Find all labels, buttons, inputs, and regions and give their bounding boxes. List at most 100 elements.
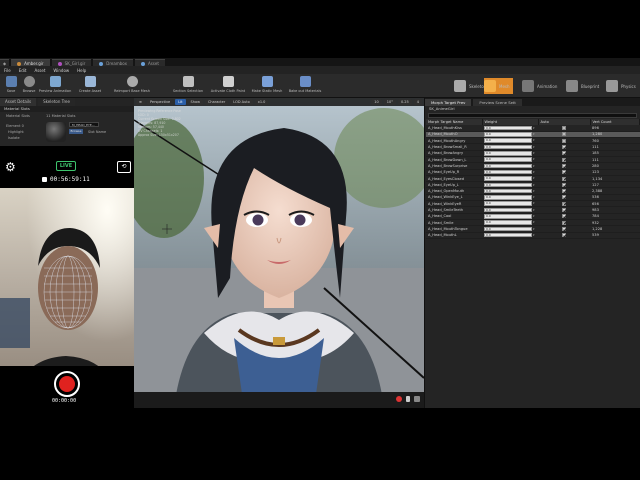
gear-icon[interactable]: ⚙ — [5, 161, 17, 173]
weight-input[interactable]: 0.0 — [484, 201, 532, 206]
perspective-button[interactable]: Perspective — [146, 99, 174, 105]
auto-checkbox[interactable] — [562, 220, 566, 225]
weight-spinner-icon[interactable]: ▾ — [533, 126, 537, 131]
mode-physics[interactable]: Physics — [606, 78, 636, 94]
auto-checkbox[interactable] — [562, 138, 566, 143]
auto-checkbox[interactable] — [562, 233, 566, 238]
weight-spinner-icon[interactable]: ▾ — [533, 132, 537, 137]
tab-asset-details[interactable]: Asset Details — [0, 98, 37, 106]
character-button[interactable]: Character — [204, 99, 229, 105]
loop-icon[interactable] — [414, 396, 420, 402]
make-static-mesh-button[interactable]: Make Static Mesh — [249, 76, 285, 96]
tab-preview-scene-settings[interactable]: Preview Scene Sett — [473, 99, 522, 106]
create-asset-button[interactable]: Create Asset — [76, 76, 104, 96]
mode-blueprint[interactable]: Blueprint — [566, 78, 599, 94]
weight-spinner-icon[interactable]: ▾ — [533, 214, 537, 219]
rotation-snap-button[interactable]: 10° — [383, 99, 396, 105]
table-row[interactable]: A_Head_MouthL 0.0 ▾ 539 — [426, 232, 640, 239]
menu-edit[interactable]: Edit — [19, 68, 27, 73]
auto-checkbox[interactable] — [562, 176, 566, 181]
menu-window[interactable]: Window — [53, 68, 69, 73]
auto-checkbox[interactable] — [562, 226, 566, 231]
weight-input[interactable]: 0.0 — [484, 207, 532, 213]
auto-checkbox[interactable] — [562, 201, 566, 206]
weight-spinner-icon[interactable]: ▾ — [533, 145, 537, 150]
search-input[interactable] — [428, 113, 637, 118]
auto-checkbox[interactable] — [562, 170, 566, 175]
camera-speed-button[interactable]: 4 — [413, 99, 422, 105]
material-browse-button[interactable]: Browse — [69, 129, 83, 134]
viewport-menu-icon[interactable]: ≡ — [136, 99, 145, 105]
mode-mesh[interactable]: Mesh — [484, 78, 513, 94]
viewport[interactable]: ≡ Perspective Lit Show Character LOD Aut… — [134, 98, 424, 408]
menu-asset[interactable]: Asset — [34, 68, 45, 73]
auto-checkbox[interactable] — [562, 208, 566, 212]
weight-spinner-icon[interactable]: ▾ — [533, 220, 537, 225]
weight-spinner-icon[interactable]: ▾ — [533, 208, 537, 213]
preview-animation-button[interactable]: Preview Animation — [38, 76, 72, 96]
weight-spinner-icon[interactable]: ▾ — [533, 201, 537, 206]
weight-spinner-icon[interactable]: ▾ — [533, 183, 537, 188]
menu-file[interactable]: File — [4, 68, 11, 73]
auto-checkbox[interactable] — [562, 132, 566, 137]
grid-snap-button[interactable]: 10 — [371, 99, 382, 105]
auto-checkbox[interactable] — [562, 145, 566, 150]
weight-input[interactable]: 0.0 — [484, 157, 532, 162]
weight-spinner-icon[interactable]: ▾ — [533, 164, 537, 169]
weight-spinner-icon[interactable]: ▾ — [533, 157, 537, 162]
auto-checkbox[interactable] — [562, 125, 566, 130]
save-button[interactable]: Save — [3, 76, 19, 96]
section-selection-button[interactable]: Section Selection — [170, 76, 206, 96]
scale-snap-button[interactable]: 0.25 — [397, 99, 412, 105]
weight-input[interactable]: 0.0 — [484, 232, 532, 238]
weight-input[interactable]: 0.0 — [484, 176, 532, 181]
weight-input[interactable]: 0.0 — [484, 195, 532, 200]
weight-input[interactable]: 0.0 — [484, 151, 532, 156]
weight-spinner-icon[interactable]: ▾ — [533, 233, 537, 238]
weight-spinner-icon[interactable]: ▾ — [533, 170, 537, 175]
weight-input[interactable]: 0.0 — [484, 220, 532, 225]
material-select[interactable]: M_HEAD_EYE... — [69, 122, 99, 127]
record-button[interactable] — [54, 371, 80, 397]
highlight-checkbox[interactable]: Highlight — [8, 130, 24, 134]
menu-help[interactable]: Help — [77, 68, 86, 73]
weight-input[interactable]: 0.0 — [484, 182, 532, 188]
tab-document[interactable]: SK_Girl.gir — [51, 59, 92, 66]
weight-input[interactable]: 0.0 — [484, 138, 532, 143]
auto-checkbox[interactable] — [562, 195, 566, 200]
tab-document[interactable]: Amber.gir — [11, 59, 50, 66]
auto-checkbox[interactable] — [562, 214, 566, 219]
weight-input[interactable]: 0.0 — [484, 163, 532, 169]
weight-spinner-icon[interactable]: ▾ — [533, 151, 537, 156]
weight-spinner-icon[interactable]: ▾ — [533, 138, 537, 143]
auto-checkbox[interactable] — [562, 151, 566, 156]
reimport-base-mesh-button[interactable]: Reimport Base Mesh — [112, 76, 152, 96]
lod-button[interactable]: LOD Auto — [230, 99, 253, 105]
auto-checkbox[interactable] — [562, 182, 566, 187]
browse-button[interactable]: Browse — [20, 76, 38, 96]
pause-icon[interactable] — [406, 396, 410, 402]
weight-spinner-icon[interactable]: ▾ — [533, 227, 537, 232]
weight-input[interactable]: 0.0 — [484, 226, 532, 232]
switch-camera-icon[interactable]: ⟲ — [117, 161, 131, 173]
weight-input[interactable]: 0.0 — [484, 169, 532, 175]
tab-document[interactable]: Asset — [134, 59, 165, 66]
tab-document[interactable]: Dreambox — [93, 59, 133, 66]
weight-spinner-icon[interactable]: ▾ — [533, 189, 537, 194]
weight-input[interactable]: 0.0 — [484, 188, 532, 194]
bake-out-materials-button[interactable]: Bake out Materials — [286, 76, 324, 96]
auto-checkbox[interactable] — [562, 189, 566, 194]
show-button[interactable]: Show — [187, 99, 203, 105]
auto-checkbox[interactable] — [562, 157, 566, 162]
weight-spinner-icon[interactable]: ▾ — [533, 176, 537, 181]
mode-skeleton[interactable]: Skeleton — [454, 78, 486, 94]
mode-animation[interactable]: Animation — [522, 78, 557, 94]
lit-button[interactable]: Lit — [175, 99, 186, 105]
record-anim-icon[interactable] — [396, 396, 402, 402]
ue-logo-icon[interactable]: ◆ — [0, 59, 10, 66]
weight-input[interactable]: 0.0 — [484, 125, 532, 131]
weight-input[interactable]: 0.0 — [484, 214, 532, 219]
auto-checkbox[interactable] — [562, 163, 566, 168]
weight-input[interactable]: 0.0 — [484, 144, 532, 150]
material-thumbnail[interactable] — [46, 122, 66, 142]
